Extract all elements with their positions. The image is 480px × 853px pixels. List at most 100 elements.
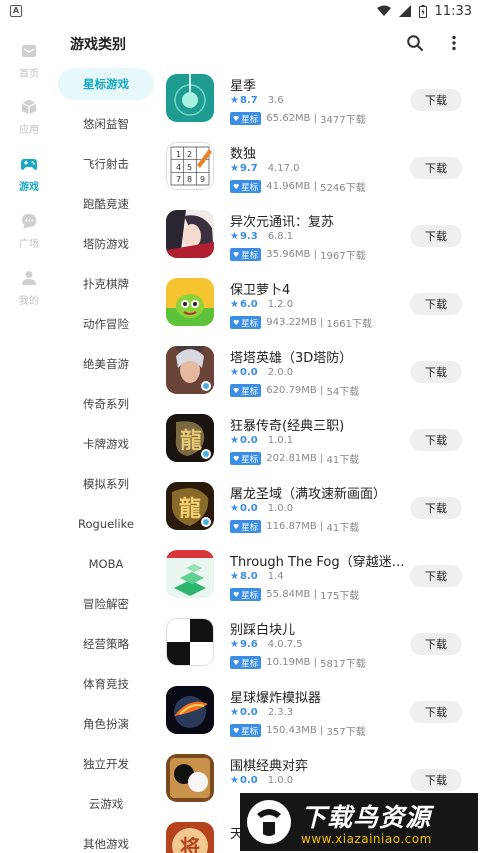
nav-home-label: 首页 <box>19 69 39 80</box>
app-row[interactable]: 龍 屠龙圣域（满攻速新画面） ★ 0.0 1.0.0 ♥ 星标 116.87MB | 4… <box>160 472 480 540</box>
app-meta-2: ♥ 星标 65.62MB | 3477下载 <box>230 111 366 126</box>
category-item[interactable]: 跑酷竞速 <box>58 188 154 220</box>
nav-games-label: 游戏 <box>19 182 39 193</box>
category-item[interactable]: 塔防游戏 <box>58 228 154 260</box>
piano-tiles-icon <box>166 618 214 666</box>
app-row[interactable]: 龍 狂暴传奇(经典三职) ★ 0.0 1.0.1 ♥ 星标 202.81MB | 41下… <box>160 404 480 472</box>
star-badge: ♥ 星标 <box>230 656 262 669</box>
category-item[interactable]: 绝美音游 <box>58 348 154 380</box>
download-button[interactable]: 下载 <box>410 769 462 791</box>
app-version: 2.3.3 <box>267 707 294 718</box>
app-row[interactable]: 星季 ★ 8.7 3.6 ♥ 星标 65.62MB | 3477下载 下载 <box>160 64 480 132</box>
badge-label: 星标 <box>241 726 259 737</box>
category-item[interactable]: 飞行射击 <box>58 148 154 180</box>
app-row[interactable]: 保卫萝卜4 ★ 6.0 1.2.0 ♥ 星标 943.22MB | 1661下载 下载 <box>160 268 480 336</box>
app-row[interactable]: 塔塔英雄（3D塔防） ★ 0.0 2.0.0 ♥ 星标 620.79MB | 54下载 … <box>160 336 480 404</box>
app-row[interactable]: 1245789 数独 ★ 9.7 4.17.0 ♥ 星标 41.96MB | 5246下… <box>160 132 480 200</box>
category-item[interactable]: 其他游戏 <box>58 828 154 853</box>
nav-square[interactable]: 广场 <box>0 206 58 260</box>
badge-label: 星标 <box>241 114 259 125</box>
star-badge: ♥ 星标 <box>230 180 262 193</box>
app-downloads: 41下载 <box>326 455 360 466</box>
star-icon: ★ <box>230 299 239 310</box>
star-icon: ★ <box>230 571 239 582</box>
app-meta: ★ 0.0 1.0.1 <box>230 435 293 446</box>
download-button[interactable]: 下载 <box>410 293 462 315</box>
nav-apps-label: 应用 <box>19 125 39 136</box>
app-row[interactable]: 星球爆炸模拟器 ★ 0.0 2.3.3 ♥ 星标 150.43MB | 357下载 下载 <box>160 676 480 744</box>
app-downloads: 175下载 <box>320 591 360 602</box>
category-item[interactable]: Roguelike <box>58 508 154 540</box>
app-rating: 0.0 <box>239 775 258 786</box>
download-button[interactable]: 下载 <box>410 633 462 655</box>
app-rating: 0.0 <box>239 503 258 514</box>
svg-text:龍: 龍 <box>179 496 201 522</box>
bottom-nav-rail: 首页 应用 游戏 广场 我的 <box>0 22 58 853</box>
app-downloads: 5246下载 <box>320 183 366 194</box>
category-item[interactable]: 星标游戏 <box>58 68 154 100</box>
green-tiles-icon <box>166 550 214 598</box>
star-badge: ♥ 星标 <box>230 520 262 533</box>
heart-icon: ♥ <box>233 658 240 667</box>
download-button[interactable]: 下载 <box>410 565 462 587</box>
download-button[interactable]: 下载 <box>410 89 462 111</box>
category-item[interactable]: 独立开发 <box>58 748 154 780</box>
app-meta: ★ 8.0 1.4 <box>230 571 284 582</box>
category-item[interactable]: 传奇系列 <box>58 388 154 420</box>
app-rating: 8.0 <box>239 571 258 582</box>
category-item[interactable]: 角色扮演 <box>58 708 154 740</box>
app-row[interactable]: Through The Fog（穿越迷雾... ★ 8.0 1.4 ♥ 星标 55.84… <box>160 540 480 608</box>
app-name: 狂暴传奇(经典三职) <box>230 419 345 434</box>
category-item[interactable]: 云游戏 <box>58 788 154 820</box>
star-badge: ♥ 星标 <box>230 588 262 601</box>
svg-text:9: 9 <box>200 175 205 184</box>
status-bar: A 11:33 <box>0 0 480 22</box>
chat-icon <box>22 214 36 229</box>
search-button[interactable] <box>404 32 426 54</box>
hero-portrait-icon <box>166 346 214 394</box>
more-button[interactable] <box>443 32 465 54</box>
category-item[interactable]: 冒险解密 <box>58 588 154 620</box>
category-item[interactable]: 经营策略 <box>58 628 154 660</box>
app-size: 202.81MB <box>266 453 317 464</box>
carrot-icon <box>166 278 214 326</box>
anime-girl-icon <box>166 210 214 258</box>
category-item[interactable]: 卡牌游戏 <box>58 428 154 460</box>
app-meta: ★ 9.6 4.0.7.5 <box>230 639 303 650</box>
nav-apps[interactable]: 应用 <box>0 92 58 146</box>
app-rating: 9.7 <box>239 163 258 174</box>
app-version: 6.8.1 <box>267 231 294 242</box>
category-item[interactable]: 体育竞技 <box>58 668 154 700</box>
download-button[interactable]: 下载 <box>410 225 462 247</box>
download-button[interactable]: 下载 <box>410 157 462 179</box>
download-button[interactable]: 下载 <box>410 701 462 723</box>
download-button[interactable]: 下载 <box>410 361 462 383</box>
heart-icon: ♥ <box>233 726 240 735</box>
app-rating: 0.0 <box>239 435 258 446</box>
app-row[interactable]: 异次元通讯：复苏 ★ 9.3 6.8.1 ♥ 星标 35.96MB | 1967下载 下… <box>160 200 480 268</box>
nav-games[interactable]: 游戏 <box>0 149 58 203</box>
app-downloads: 41下载 <box>326 523 360 534</box>
app-name: 星球爆炸模拟器 <box>230 691 322 706</box>
app-name: Through The Fog（穿越迷雾... <box>230 555 406 570</box>
app-meta: ★ 6.0 1.2.0 <box>230 299 293 310</box>
category-item[interactable]: 模拟系列 <box>58 468 154 500</box>
download-button[interactable]: 下载 <box>410 429 462 451</box>
download-button[interactable]: 下载 <box>410 497 462 519</box>
star-badge: ♥ 星标 <box>230 452 262 465</box>
heart-icon: ♥ <box>233 182 240 191</box>
nav-me[interactable]: 我的 <box>0 263 58 317</box>
heart-icon: ♥ <box>233 522 240 531</box>
category-item[interactable]: 悠闲益智 <box>58 108 154 140</box>
category-item[interactable]: 扑克棋牌 <box>58 268 154 300</box>
app-row[interactable]: 别踩白块儿 ★ 9.6 4.0.7.5 ♥ 星标 10.19MB | 5817下载 下载 <box>160 608 480 676</box>
category-item[interactable]: 动作冒险 <box>58 308 154 340</box>
svg-text:将: 将 <box>180 835 200 853</box>
mail-icon <box>22 45 36 57</box>
category-item[interactable]: MOBA <box>58 548 154 580</box>
star-badge: ♥ 星标 <box>230 384 262 397</box>
nav-home[interactable]: 首页 <box>0 36 58 90</box>
wifi-icon <box>376 5 391 16</box>
app-version: 1.2.0 <box>267 299 294 310</box>
app-name: 塔塔英雄（3D塔防） <box>230 351 353 366</box>
